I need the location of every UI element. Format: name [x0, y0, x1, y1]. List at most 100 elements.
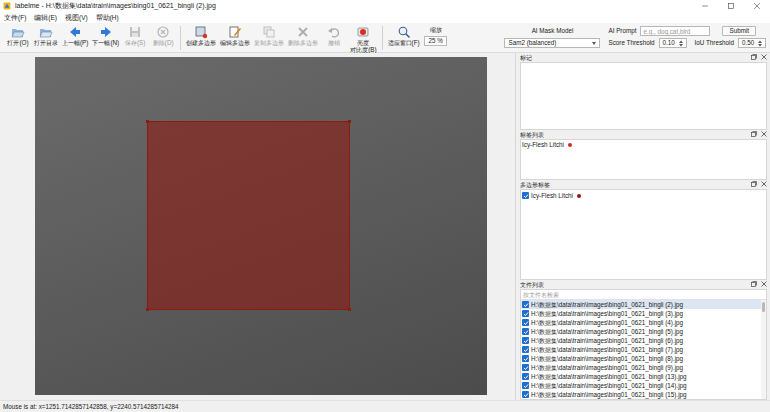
close-icon	[761, 181, 767, 187]
file-item[interactable]: H:\数据集\data\train\images\bing01_0621_bin…	[521, 336, 761, 345]
ai-model-label: AI Mask Model	[504, 27, 600, 35]
toolbar-button[interactable]: 下一幅(N)	[90, 23, 121, 46]
save-icon	[128, 25, 142, 39]
file-search-input[interactable]	[521, 290, 766, 300]
file-item[interactable]: H:\数据集\data\train\images\bing01_0621_bin…	[521, 381, 761, 390]
submit-button[interactable]: Submit	[722, 26, 756, 36]
flags-dock: 标记	[520, 53, 767, 130]
close-icon	[761, 281, 767, 287]
toolbar-button[interactable]: 上一幅(P)	[60, 23, 90, 46]
threshold-label: IoU Threshold	[695, 39, 734, 47]
close-icon	[753, 2, 761, 10]
open-folder-icon	[39, 25, 53, 39]
checkbox[interactable]	[522, 355, 529, 362]
menu-item[interactable]: 文件(F)	[4, 14, 26, 22]
file-item[interactable]: H:\数据集\data\train\images\bing01_0621_bin…	[521, 372, 761, 381]
dock-float-button[interactable]	[751, 131, 757, 139]
dock-close-button[interactable]	[761, 281, 767, 289]
threshold-label: Score Threshold	[608, 39, 654, 47]
label-color-dot	[568, 143, 572, 147]
checkbox[interactable]	[522, 391, 529, 398]
dock-close-button[interactable]	[761, 131, 767, 139]
checkbox[interactable]	[522, 346, 529, 353]
toolbar-button[interactable]: 打开目录	[32, 23, 60, 46]
canvas[interactable]	[0, 53, 516, 400]
float-icon	[751, 181, 757, 187]
scrollbar[interactable]	[761, 300, 766, 399]
close-icon	[761, 54, 767, 60]
scrollbar-thumb[interactable]	[762, 302, 765, 312]
edit-polygon-icon	[228, 25, 242, 39]
file-item[interactable]: H:\数据集\data\train\images\bing01_0621_bin…	[521, 300, 761, 309]
toolbar-button[interactable]: 删除(D)	[149, 23, 177, 46]
dock-title: 文件列表	[520, 281, 544, 289]
status-text: Mouse is at: x=1251.7142857142858, y=224…	[3, 403, 178, 411]
label-color-dot	[577, 194, 581, 198]
checkbox[interactable]	[522, 328, 529, 335]
file-item[interactable]: H:\数据集\data\train\images\bing01_0621_bin…	[521, 345, 761, 354]
dock-close-button[interactable]	[761, 181, 767, 189]
polygon-label-item[interactable]: Icy-Flesh Litchi	[521, 190, 766, 200]
checkbox[interactable]	[522, 337, 529, 344]
maximize-icon	[727, 2, 735, 10]
dock-float-button[interactable]	[751, 181, 757, 189]
polygon-vertex[interactable]	[146, 308, 149, 311]
zoom-label: 缩放	[430, 26, 442, 34]
toolbar-button[interactable]: 适应窗口(F)	[386, 23, 422, 46]
menu-item[interactable]: 编辑(E)	[34, 14, 57, 22]
checkbox[interactable]	[522, 373, 529, 380]
toolbar-button[interactable]: 创建多边形	[184, 23, 218, 46]
file-item[interactable]: H:\数据集\data\train\images\bing01_0621_bin…	[521, 327, 761, 336]
polygon-vertex[interactable]	[348, 120, 351, 123]
close-button[interactable]	[744, 0, 770, 12]
checkbox[interactable]	[522, 319, 529, 326]
float-icon	[751, 131, 757, 137]
ai-prompt-input[interactable]	[640, 26, 710, 36]
zoom-field[interactable]: 25 %	[424, 36, 446, 46]
minimize-button[interactable]	[692, 0, 718, 12]
threshold-field[interactable]: 0.50	[738, 38, 766, 48]
fit-window-icon	[397, 25, 411, 39]
ai-model-dropdown[interactable]: Sam2 (balanced)	[504, 38, 600, 48]
checkbox[interactable]	[522, 301, 529, 308]
polygon-vertex[interactable]	[348, 308, 351, 311]
toolbar-button[interactable]: 删除多边形	[286, 23, 320, 46]
file-item[interactable]: H:\数据集\data\train\images\bing01_0621_bin…	[521, 354, 761, 363]
label-list-dock: 标签列表Icy-Flesh Litchi	[520, 130, 767, 180]
toolbar-button[interactable]: 亮度对比度(B)	[348, 23, 378, 53]
toolbar-button[interactable]: 复制多边形	[252, 23, 286, 46]
open-file-icon	[11, 25, 25, 39]
toolbar-button[interactable]: 撤销	[320, 23, 348, 46]
menu-item[interactable]: 视图(V)	[65, 14, 88, 22]
toolbar-separator	[382, 26, 383, 50]
dock-float-button[interactable]	[751, 54, 757, 62]
polygon-vertex[interactable]	[146, 120, 149, 123]
toolbar-button[interactable]: 打开(O)	[4, 23, 32, 46]
file-item[interactable]: H:\数据集\data\train\images\bing01_0621_bin…	[521, 318, 761, 327]
photo	[35, 57, 487, 395]
polygon-shape[interactable]	[147, 121, 350, 310]
ai-prompt-label: AI Prompt	[608, 27, 636, 35]
toolbar-button[interactable]: 编辑多边形	[218, 23, 252, 46]
app-icon	[3, 2, 11, 10]
checkbox[interactable]	[522, 382, 529, 389]
minimize-icon	[701, 2, 709, 10]
checkbox[interactable]	[522, 364, 529, 371]
maximize-button[interactable]	[718, 0, 744, 12]
checkbox[interactable]	[522, 310, 529, 317]
file-item[interactable]: H:\数据集\data\train\images\bing01_0621_bin…	[521, 390, 761, 399]
spin-arrows-icon	[758, 40, 762, 47]
checkbox[interactable]	[522, 192, 529, 199]
label-item[interactable]: Icy-Flesh Litchi	[521, 140, 766, 149]
threshold-field[interactable]: 0.10	[659, 38, 687, 48]
dock-float-button[interactable]	[751, 281, 757, 289]
toolbar-separator	[180, 26, 181, 50]
menu-item[interactable]: 帮助(H)	[96, 14, 119, 22]
float-icon	[751, 281, 757, 287]
file-list-dock: 文件列表 H:\数据集\data\train\images\bing01_0621…	[520, 280, 767, 400]
dock-close-button[interactable]	[761, 54, 767, 62]
file-item[interactable]: H:\数据集\data\train\images\bing01_0621_bin…	[521, 363, 761, 372]
file-item[interactable]: H:\数据集\data\train\images\bing01_0621_bin…	[521, 309, 761, 318]
spin-arrows-icon	[679, 40, 683, 47]
toolbar-button[interactable]: 保存(S)	[121, 23, 149, 46]
